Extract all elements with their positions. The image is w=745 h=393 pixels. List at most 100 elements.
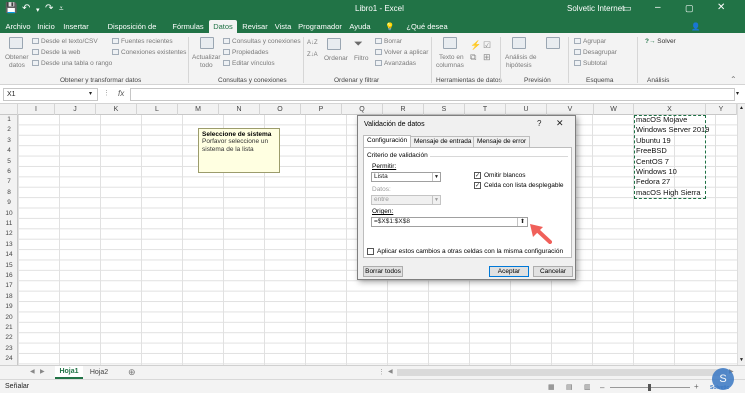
row-header[interactable]: 17 [0, 281, 18, 291]
sort-za-icon[interactable]: Z↓A [307, 52, 318, 58]
data-validation-icon[interactable]: ☑ [483, 40, 491, 51]
page-break-icon[interactable]: ▥ [584, 383, 591, 391]
queries-button[interactable]: Consultas y conexiones [223, 38, 301, 45]
name-box-dropdown-icon[interactable]: ▾ [89, 90, 92, 97]
tab-datos[interactable]: Datos [209, 20, 237, 33]
reapply-button[interactable]: Volver a aplicar [375, 49, 428, 56]
what-if-label-2[interactable]: hipótesis [506, 62, 532, 69]
solver-button[interactable]: ?→ Solver [645, 38, 676, 45]
row-header[interactable]: 12 [0, 229, 18, 239]
apply-all-checkbox[interactable] [367, 248, 374, 255]
tab-programador[interactable]: Programador [298, 20, 342, 33]
refresh-all-label-2[interactable]: todo [200, 62, 213, 69]
expand-formula-icon[interactable]: ▾ [736, 90, 739, 97]
scroll-up-icon[interactable]: ▲ [739, 105, 744, 111]
text-to-columns-icon[interactable] [443, 37, 457, 49]
from-web-button[interactable]: Desde la web [32, 49, 80, 56]
scroll-left-icon[interactable]: ◀ [388, 368, 393, 375]
sort-icon[interactable] [327, 38, 341, 50]
add-sheet-icon[interactable]: ⊕ [128, 367, 136, 378]
zoom-out-icon[interactable]: – [600, 383, 604, 392]
get-data-icon[interactable] [9, 37, 23, 49]
zoom-slider-thumb[interactable] [648, 384, 651, 391]
save-icon[interactable]: 💾 [5, 3, 17, 15]
ignore-blank-checkbox[interactable]: ✓ [474, 172, 481, 179]
clear-all-button[interactable]: Borrar todos [363, 266, 403, 277]
column-header[interactable]: R [383, 104, 424, 115]
row-header[interactable]: 19 [0, 302, 18, 312]
row-header[interactable]: 21 [0, 323, 18, 333]
customize-icon[interactable]: ⩡ [59, 3, 64, 15]
clear-button[interactable]: Borrar [375, 38, 402, 45]
tab-vista[interactable]: Vista [272, 20, 294, 33]
column-header[interactable]: V [547, 104, 594, 115]
tell-me-search[interactable]: ¿Qué desea hacer? [396, 20, 458, 44]
what-if-icon[interactable] [512, 37, 526, 49]
tab-formulas[interactable]: Fórmulas [170, 20, 206, 33]
ok-button[interactable]: Aceptar [489, 266, 529, 277]
row-header[interactable]: 20 [0, 313, 18, 323]
forecast-sheet-icon[interactable] [546, 37, 560, 49]
tab-mensaje-entrada[interactable]: Mensaje de entrada [410, 136, 476, 147]
column-header[interactable]: P [301, 104, 342, 115]
allow-select[interactable]: Lista ▼ [371, 172, 441, 182]
advanced-button[interactable]: Avanzadas [375, 60, 416, 67]
column-header[interactable]: K [96, 104, 137, 115]
maximize-icon[interactable]: ▢ [685, 3, 694, 14]
row-header[interactable]: 6 [0, 167, 18, 177]
formula-input[interactable] [130, 88, 735, 101]
refresh-all-icon[interactable] [200, 37, 214, 49]
remove-duplicates-icon[interactable]: ⧉ [470, 52, 476, 63]
column-header[interactable]: W [594, 104, 634, 115]
row-header[interactable]: 11 [0, 219, 18, 229]
share-icon[interactable]: 👤 [690, 20, 702, 33]
row-header[interactable]: 22 [0, 333, 18, 343]
undo-dropdown-icon[interactable]: ▾ [36, 5, 40, 17]
sort-az-icon[interactable]: A↓Z [307, 40, 318, 46]
row-header[interactable]: 16 [0, 271, 18, 281]
group-button[interactable]: Agrupar [574, 38, 606, 45]
column-header[interactable]: I [18, 104, 55, 115]
name-box[interactable]: X1 [3, 88, 98, 101]
collapse-ribbon-icon[interactable]: ⌃ [730, 75, 737, 84]
column-header[interactable]: J [55, 104, 96, 115]
column-header[interactable]: N [219, 104, 260, 115]
ungroup-button[interactable]: Desagrupar [574, 49, 617, 56]
column-header[interactable]: U [506, 104, 547, 115]
column-header[interactable]: M [178, 104, 219, 115]
column-header[interactable]: S [424, 104, 465, 115]
tab-archivo[interactable]: Archivo [2, 20, 34, 33]
row-header[interactable]: 23 [0, 344, 18, 354]
collapse-dialog-icon[interactable]: ⬆ [517, 218, 527, 226]
edit-links-button[interactable]: Editar vínculos [223, 60, 275, 67]
sort-button[interactable]: Ordenar [324, 55, 348, 62]
row-header[interactable]: 9 [0, 198, 18, 208]
row-header[interactable]: 4 [0, 146, 18, 156]
text-to-columns-label-1[interactable]: Texto en [439, 54, 464, 61]
source-input[interactable]: =$X$1:$X$8 ⬆ [371, 217, 528, 227]
get-data-label-2[interactable]: datos [9, 62, 25, 69]
tab-ayuda[interactable]: Ayuda [346, 20, 374, 33]
sheet-tab-hoja1[interactable]: Hoja1 [55, 366, 83, 379]
scroll-down-icon[interactable]: ▼ [739, 357, 744, 363]
subtotal-button[interactable]: Subtotal [574, 60, 607, 67]
row-header[interactable]: 2 [0, 125, 18, 135]
text-to-columns-label-2[interactable]: columnas [436, 62, 464, 69]
prev-sheet-icon[interactable]: ◀ [30, 368, 35, 375]
row-header[interactable]: 13 [0, 240, 18, 250]
row-header[interactable]: 1 [0, 115, 18, 125]
cancel-button[interactable]: Cancelar [533, 266, 573, 277]
filter-icon[interactable]: ⏷ [354, 38, 363, 51]
undo-icon[interactable]: ↶ [22, 3, 30, 15]
tab-mensaje-error[interactable]: Mensaje de error [473, 136, 531, 147]
tab-disposicion[interactable]: Disposición de página [96, 20, 168, 44]
column-header[interactable]: Q [342, 104, 383, 115]
recent-sources-button[interactable]: Fuentes recientes [112, 38, 173, 45]
row-header[interactable]: 3 [0, 136, 18, 146]
minimize-icon[interactable]: – [655, 2, 661, 13]
in-cell-dropdown-checkbox[interactable]: ✓ [474, 182, 481, 189]
row-header[interactable]: 5 [0, 157, 18, 167]
tab-insertar[interactable]: Insertar [60, 20, 92, 33]
column-header[interactable]: T [465, 104, 506, 115]
refresh-all-label-1[interactable]: Actualizar [192, 54, 221, 61]
